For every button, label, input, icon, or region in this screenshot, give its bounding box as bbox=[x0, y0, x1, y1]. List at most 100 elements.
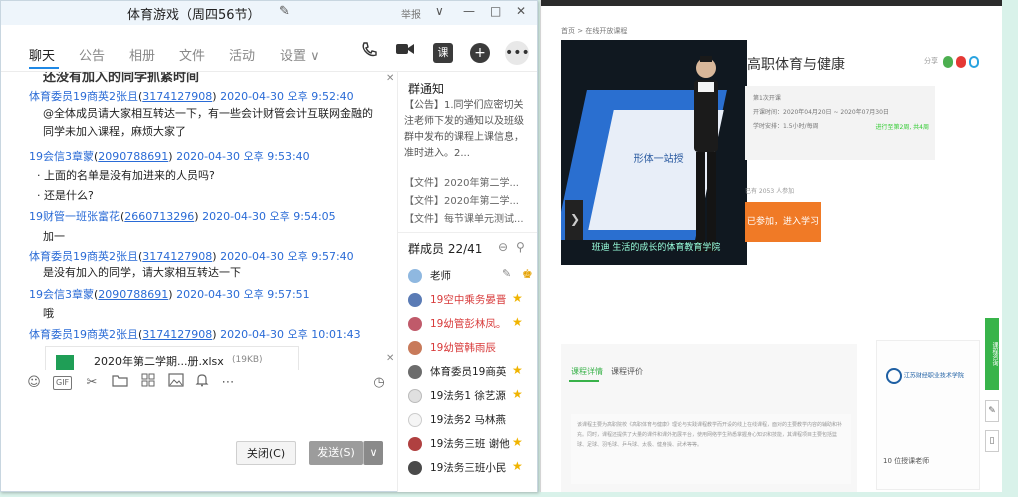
video-slide-title: 形体一站授 bbox=[633, 154, 684, 165]
send-options-button[interactable]: ∨ bbox=[363, 441, 383, 465]
minimize-icon[interactable]: — bbox=[463, 4, 475, 18]
emoji-icon[interactable]: ☺ bbox=[25, 373, 43, 393]
member-item[interactable]: 19法务三班 谢他 ★ bbox=[408, 434, 536, 456]
member-item[interactable]: 19幼管韩雨辰 bbox=[408, 338, 536, 360]
message-sender[interactable]: 19财管一班张富花 bbox=[29, 210, 120, 223]
member-item[interactable]: 19空中乘务晏晋 ★ bbox=[408, 290, 536, 312]
sender-qq-link[interactable]: 3174127908 bbox=[142, 250, 212, 263]
notice-text[interactable]: 【公告】1.同学们应密切关注老师下发的通知以及班级群中发布的课程上课信息，准时进… bbox=[404, 98, 532, 162]
progress-tag: 进行至第2周, 共4周 bbox=[875, 124, 929, 131]
star-icon: ★ bbox=[512, 459, 523, 473]
close-button[interactable]: 关闭(C) bbox=[236, 441, 296, 465]
info-line: 开课时间：2020年04月20日 ~ 2020年07月30日 bbox=[753, 109, 889, 116]
title-bar[interactable] bbox=[1, 1, 537, 25]
tab-course-details[interactable]: 课程详情 bbox=[571, 366, 603, 377]
search-icon[interactable]: ⚲ bbox=[516, 240, 525, 254]
maximize-icon[interactable]: □ bbox=[490, 4, 501, 18]
gif-icon[interactable]: GIF bbox=[53, 376, 73, 390]
qq-group-chat-window: 体育游戏（周四56节） ✎ 举报 ∨ — □ ✕ 聊天 公告 相册 文件 活动 … bbox=[0, 0, 538, 492]
excel-file-icon bbox=[56, 355, 74, 370]
breadcrumb[interactable]: 首页 > 在线开放课程 bbox=[561, 26, 627, 36]
scissors-icon[interactable]: ✂ bbox=[83, 373, 101, 393]
weibo-share-icon[interactable] bbox=[956, 56, 966, 68]
sender-qq-link[interactable]: 3174127908 bbox=[142, 328, 212, 341]
sender-qq-link[interactable]: 3174127908 bbox=[142, 90, 212, 103]
tab-announcement[interactable]: 公告 bbox=[79, 45, 105, 64]
notice-file[interactable]: 【文件】每节课单元测试... bbox=[404, 210, 524, 225]
bell-icon[interactable] bbox=[193, 373, 211, 393]
consult-tab[interactable]: 课程咨询 bbox=[985, 318, 999, 390]
member-item[interactable]: 19幼管彭林凤。 ★ bbox=[408, 314, 536, 336]
send-button[interactable]: 发送(S) bbox=[309, 441, 363, 465]
member-name: 19法务2 马林燕 bbox=[430, 414, 506, 426]
panel-divider bbox=[398, 232, 537, 233]
file-name: 2020年第二学期...册.xlsx bbox=[94, 355, 224, 368]
member-item[interactable]: 19法务三班小民 ★ bbox=[408, 458, 536, 480]
close-file-icon[interactable]: ✕ bbox=[386, 353, 394, 364]
phone-icon[interactable] bbox=[357, 41, 381, 65]
message-header: 体育委员19商英2张且(3174127908) 2020-04-30 오후 10… bbox=[29, 328, 361, 341]
wechat-share-icon[interactable] bbox=[943, 56, 953, 68]
tab-settings[interactable]: 设置 ∨ bbox=[280, 45, 320, 64]
edit-side-button[interactable]: ✎ bbox=[985, 400, 999, 422]
close-icon[interactable]: ✕ bbox=[516, 4, 526, 18]
active-tab-underline bbox=[29, 67, 59, 69]
message-header: 19会信3章蒙(2090788691) 2020-04-30 오후 9:53:4… bbox=[29, 150, 310, 163]
tab-chat[interactable]: 聊天 bbox=[29, 45, 55, 64]
share-label: 分享 bbox=[924, 57, 938, 65]
qq-share-icon[interactable] bbox=[969, 56, 979, 68]
image-icon[interactable] bbox=[167, 373, 185, 393]
tab-course-reviews[interactable]: 课程评价 bbox=[611, 366, 643, 377]
message-sender[interactable]: 体育委员19商英2张且 bbox=[29, 90, 138, 103]
video-caption: 班迪 生活的成长的体育教育学院 bbox=[591, 243, 721, 253]
avatar bbox=[408, 341, 422, 355]
more-icon[interactable]: ••• bbox=[505, 41, 530, 65]
avatar bbox=[408, 389, 422, 403]
member-item[interactable]: 老师 ✎ ♚ bbox=[408, 266, 536, 288]
member-item[interactable]: 体育委员19商英 ★ bbox=[408, 362, 536, 384]
tab-album[interactable]: 相册 bbox=[129, 45, 155, 64]
sender-qq-link[interactable]: 2090788691 bbox=[98, 150, 168, 163]
notice-file[interactable]: 【文件】2020年第二学... bbox=[404, 192, 519, 207]
member-name: 19法务三班 谢他 bbox=[430, 438, 510, 450]
chat-message-area[interactable]: 还没有加入的同学抓紧时间 体育委员19商英2张且(3174127908) 202… bbox=[1, 72, 397, 370]
tab-activity[interactable]: 活动 bbox=[229, 45, 255, 64]
message-sender[interactable]: 体育委员19商英2张且 bbox=[29, 328, 138, 341]
message-time: 2020-04-30 오후 9:57:51 bbox=[176, 288, 310, 301]
folder-icon[interactable] bbox=[111, 373, 129, 393]
phone-side-button[interactable]: ▯ bbox=[985, 430, 999, 452]
message-time: 2020-04-30 오후 10:01:43 bbox=[220, 328, 361, 341]
message-sender[interactable]: 19会信3章蒙 bbox=[29, 288, 94, 301]
message-bullet: · 还是什么? bbox=[37, 189, 94, 202]
edit-icon[interactable]: ✎ bbox=[502, 267, 511, 280]
class-icon[interactable]: 课 bbox=[433, 43, 453, 63]
members-toggle-icon[interactable]: ⊖ bbox=[498, 240, 508, 254]
enter-study-button[interactable]: 已参加，进入学习 bbox=[745, 202, 821, 242]
member-item[interactable]: 19法务1 徐艺源 ★ bbox=[408, 386, 536, 408]
video-call-icon[interactable] bbox=[393, 41, 417, 65]
report-button[interactable]: 举报 bbox=[401, 6, 421, 21]
sender-qq-link[interactable]: 2090788691 bbox=[98, 288, 168, 301]
play-icon: ❯ bbox=[570, 212, 581, 226]
sender-qq-link[interactable]: 2660713296 bbox=[124, 210, 194, 223]
video-play-button[interactable]: ❯ bbox=[565, 200, 583, 240]
history-icon[interactable]: ◷ bbox=[370, 373, 388, 393]
tab-files[interactable]: 文件 bbox=[179, 45, 205, 64]
star-icon: ★ bbox=[512, 387, 523, 401]
avatar bbox=[408, 461, 422, 475]
file-attachment[interactable]: 2020年第二学期...册.xlsx (19KB) bbox=[45, 346, 299, 370]
close-pinned-icon[interactable]: ✕ bbox=[386, 73, 394, 84]
message-sender[interactable]: 体育委员19商英2张且 bbox=[29, 250, 138, 263]
member-item[interactable]: 19法务2 马林燕 bbox=[408, 410, 536, 432]
message-sender[interactable]: 19会信3章蒙 bbox=[29, 150, 94, 163]
edit-title-icon[interactable]: ✎ bbox=[279, 4, 290, 19]
notice-file[interactable]: 【文件】2020年第二学... bbox=[404, 174, 519, 189]
collapse-icon[interactable]: ∨ bbox=[435, 4, 444, 18]
add-icon[interactable]: + bbox=[470, 43, 490, 63]
sticker-icon[interactable] bbox=[139, 373, 157, 393]
course-video[interactable]: 形体一站授 ❯ 班迪 生活的成长的体育教育学院 bbox=[561, 40, 747, 265]
more-tools-icon[interactable]: ⋯ bbox=[219, 373, 237, 393]
avatar bbox=[408, 293, 422, 307]
partial-message-text: 还没有加入的同学抓紧时间 bbox=[43, 72, 200, 85]
member-name: 老师 bbox=[430, 270, 451, 282]
